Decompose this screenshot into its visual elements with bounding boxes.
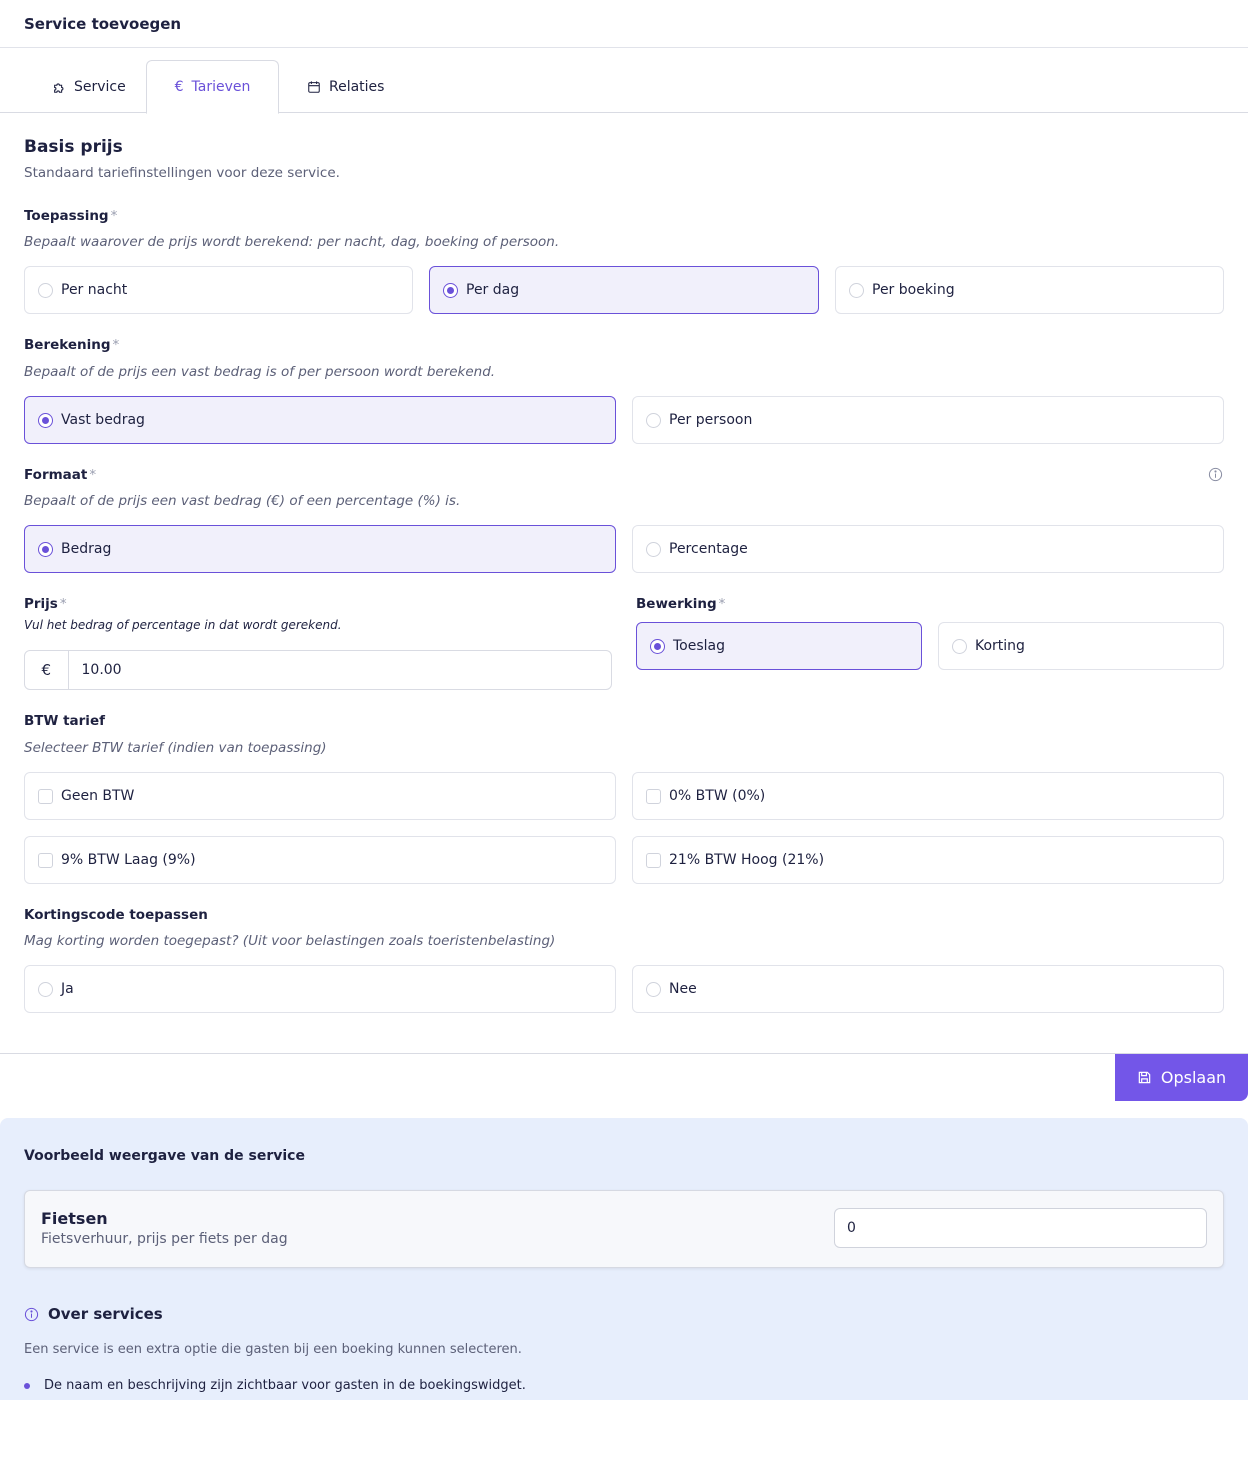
bewerking-option-toeslag[interactable]: Toeslag bbox=[636, 622, 922, 670]
radio-button[interactable] bbox=[646, 412, 661, 428]
save-icon bbox=[1138, 1071, 1151, 1084]
option-label: Ja bbox=[61, 981, 74, 997]
calendar-icon bbox=[308, 80, 320, 93]
quantity-input[interactable] bbox=[834, 1208, 1207, 1248]
option-label: Percentage bbox=[669, 541, 748, 557]
radio-button[interactable] bbox=[38, 981, 53, 997]
formaat-label: Formaat * bbox=[24, 467, 97, 483]
option-label: 21% BTW Hoog (21%) bbox=[669, 852, 825, 868]
save-button[interactable]: Opslaan bbox=[1115, 1054, 1248, 1101]
radio-button[interactable] bbox=[646, 981, 661, 997]
footer-divider bbox=[0, 1053, 1248, 1054]
tab-label: Relaties bbox=[329, 78, 385, 95]
btw-option-9[interactable]: 9% BTW Laag (9%) bbox=[24, 836, 616, 884]
prijs-label: Prijs * bbox=[24, 596, 67, 612]
save-label: Opslaan bbox=[1160, 1068, 1227, 1087]
prijs-hint: Vul het bedrag of percentage in dat word… bbox=[24, 618, 342, 632]
tab-tarieven[interactable]: € Tarieven bbox=[146, 60, 279, 114]
toepassing-option-per-dag[interactable]: Per dag bbox=[429, 266, 819, 314]
toepassing-option-per-boeking[interactable]: Per boeking bbox=[835, 266, 1224, 314]
radio-button[interactable] bbox=[38, 541, 53, 557]
btw-option-geen[interactable]: Geen BTW bbox=[24, 772, 616, 820]
puzzle-icon bbox=[54, 82, 64, 93]
toepassing-option-per-nacht[interactable]: Per nacht bbox=[24, 266, 413, 314]
option-label: Per dag bbox=[466, 282, 520, 298]
checkbox[interactable] bbox=[646, 852, 661, 868]
formaat-hint: Bepaalt of de prijs een vast bedrag (€) … bbox=[24, 493, 461, 509]
info-icon bbox=[24, 1307, 39, 1321]
tab-bar: Service € Tarieven Relaties bbox=[0, 48, 1248, 114]
checkbox[interactable] bbox=[38, 852, 53, 868]
option-label: 9% BTW Laag (9%) bbox=[61, 852, 196, 868]
checkbox[interactable] bbox=[646, 788, 661, 804]
btw-option-21[interactable]: 21% BTW Hoog (21%) bbox=[632, 836, 1224, 884]
card-header: Service toevoegen bbox=[0, 0, 1248, 48]
korting-label: Kortingscode toepassen bbox=[24, 907, 208, 923]
radio-button[interactable] bbox=[952, 638, 967, 654]
over-text: Een service is een extra optie die gaste… bbox=[24, 1342, 522, 1357]
option-label: 0% BTW (0%) bbox=[669, 788, 766, 804]
korting-option-ja[interactable]: Ja bbox=[24, 965, 616, 1013]
price-input[interactable] bbox=[68, 651, 611, 689]
section-title: Basis prijs bbox=[24, 137, 123, 157]
option-label: Vast bedrag bbox=[61, 412, 145, 428]
radio-button[interactable] bbox=[443, 282, 458, 298]
tab-label: Service bbox=[74, 78, 126, 95]
service-form-card: Service toevoegen Service € Tarieven Rel… bbox=[0, 0, 1248, 1101]
section-subtitle: Standaard tariefinstellingen voor deze s… bbox=[24, 165, 340, 181]
page-title: Service toevoegen bbox=[24, 14, 182, 33]
korting-option-nee[interactable]: Nee bbox=[632, 965, 1224, 1013]
btw-label: BTW tarief bbox=[24, 713, 105, 729]
radio-button[interactable] bbox=[650, 638, 665, 654]
berekening-hint: Bepaalt of de prijs een vast bedrag is o… bbox=[24, 364, 496, 380]
option-label: Nee bbox=[669, 981, 697, 997]
tab-relaties[interactable]: Relaties bbox=[307, 60, 384, 113]
option-label: Per boeking bbox=[872, 282, 955, 298]
bullet-text: De naam en beschrijving zijn zichtbaar v… bbox=[44, 1378, 526, 1393]
berekening-label: Berekening * bbox=[24, 337, 120, 353]
over-title: Over services bbox=[48, 1305, 163, 1323]
option-label: Toeslag bbox=[673, 638, 726, 654]
btw-hint: Selecteer BTW tarief (indien van toepass… bbox=[24, 740, 327, 756]
tab-label: Tarieven bbox=[191, 79, 251, 95]
berekening-option-vast-bedrag[interactable]: Vast bedrag bbox=[24, 396, 616, 444]
option-label: Geen BTW bbox=[61, 788, 135, 804]
bewerking-option-korting[interactable]: Korting bbox=[938, 622, 1224, 670]
bewerking-label: Bewerking * bbox=[636, 596, 726, 612]
formaat-option-percentage[interactable]: Percentage bbox=[632, 525, 1224, 573]
radio-button[interactable] bbox=[849, 282, 864, 298]
service-name: Fietsen bbox=[41, 1209, 108, 1228]
bullet-dot bbox=[24, 1382, 30, 1389]
korting-hint: Mag korting worden toegepast? (Uit voor … bbox=[24, 933, 556, 949]
currency-prefix: € bbox=[25, 651, 69, 689]
option-label: Bedrag bbox=[61, 541, 112, 557]
service-preview-card: Fietsen Fietsverhuur, prijs per fiets pe… bbox=[24, 1190, 1224, 1268]
option-label: Per nacht bbox=[61, 282, 128, 298]
option-label: Per persoon bbox=[669, 412, 753, 428]
preview-title: Voorbeeld weergave van de service bbox=[24, 1148, 305, 1164]
tab-service[interactable]: Service bbox=[52, 60, 126, 113]
checkbox[interactable] bbox=[38, 788, 53, 804]
toepassing-label: Toepassing * bbox=[24, 208, 118, 224]
price-field: € bbox=[24, 650, 612, 690]
euro-icon: € bbox=[174, 79, 184, 95]
preview-panel: Voorbeeld weergave van de service Fietse… bbox=[0, 1118, 1248, 1400]
option-label: Korting bbox=[975, 638, 1025, 654]
btw-option-0[interactable]: 0% BTW (0%) bbox=[632, 772, 1224, 820]
list-item: De naam en beschrijving zijn zichtbaar v… bbox=[24, 1378, 526, 1393]
info-icon[interactable] bbox=[1208, 467, 1223, 482]
service-description: Fietsverhuur, prijs per fiets per dag bbox=[41, 1231, 288, 1247]
radio-button[interactable] bbox=[38, 282, 53, 298]
radio-button[interactable] bbox=[38, 412, 53, 428]
berekening-option-per-persoon[interactable]: Per persoon bbox=[632, 396, 1224, 444]
radio-button[interactable] bbox=[646, 541, 661, 557]
formaat-option-bedrag[interactable]: Bedrag bbox=[24, 525, 616, 573]
over-services-heading: Over services bbox=[24, 1305, 163, 1323]
toepassing-hint: Bepaalt waarover de prijs wordt berekend… bbox=[24, 234, 560, 250]
